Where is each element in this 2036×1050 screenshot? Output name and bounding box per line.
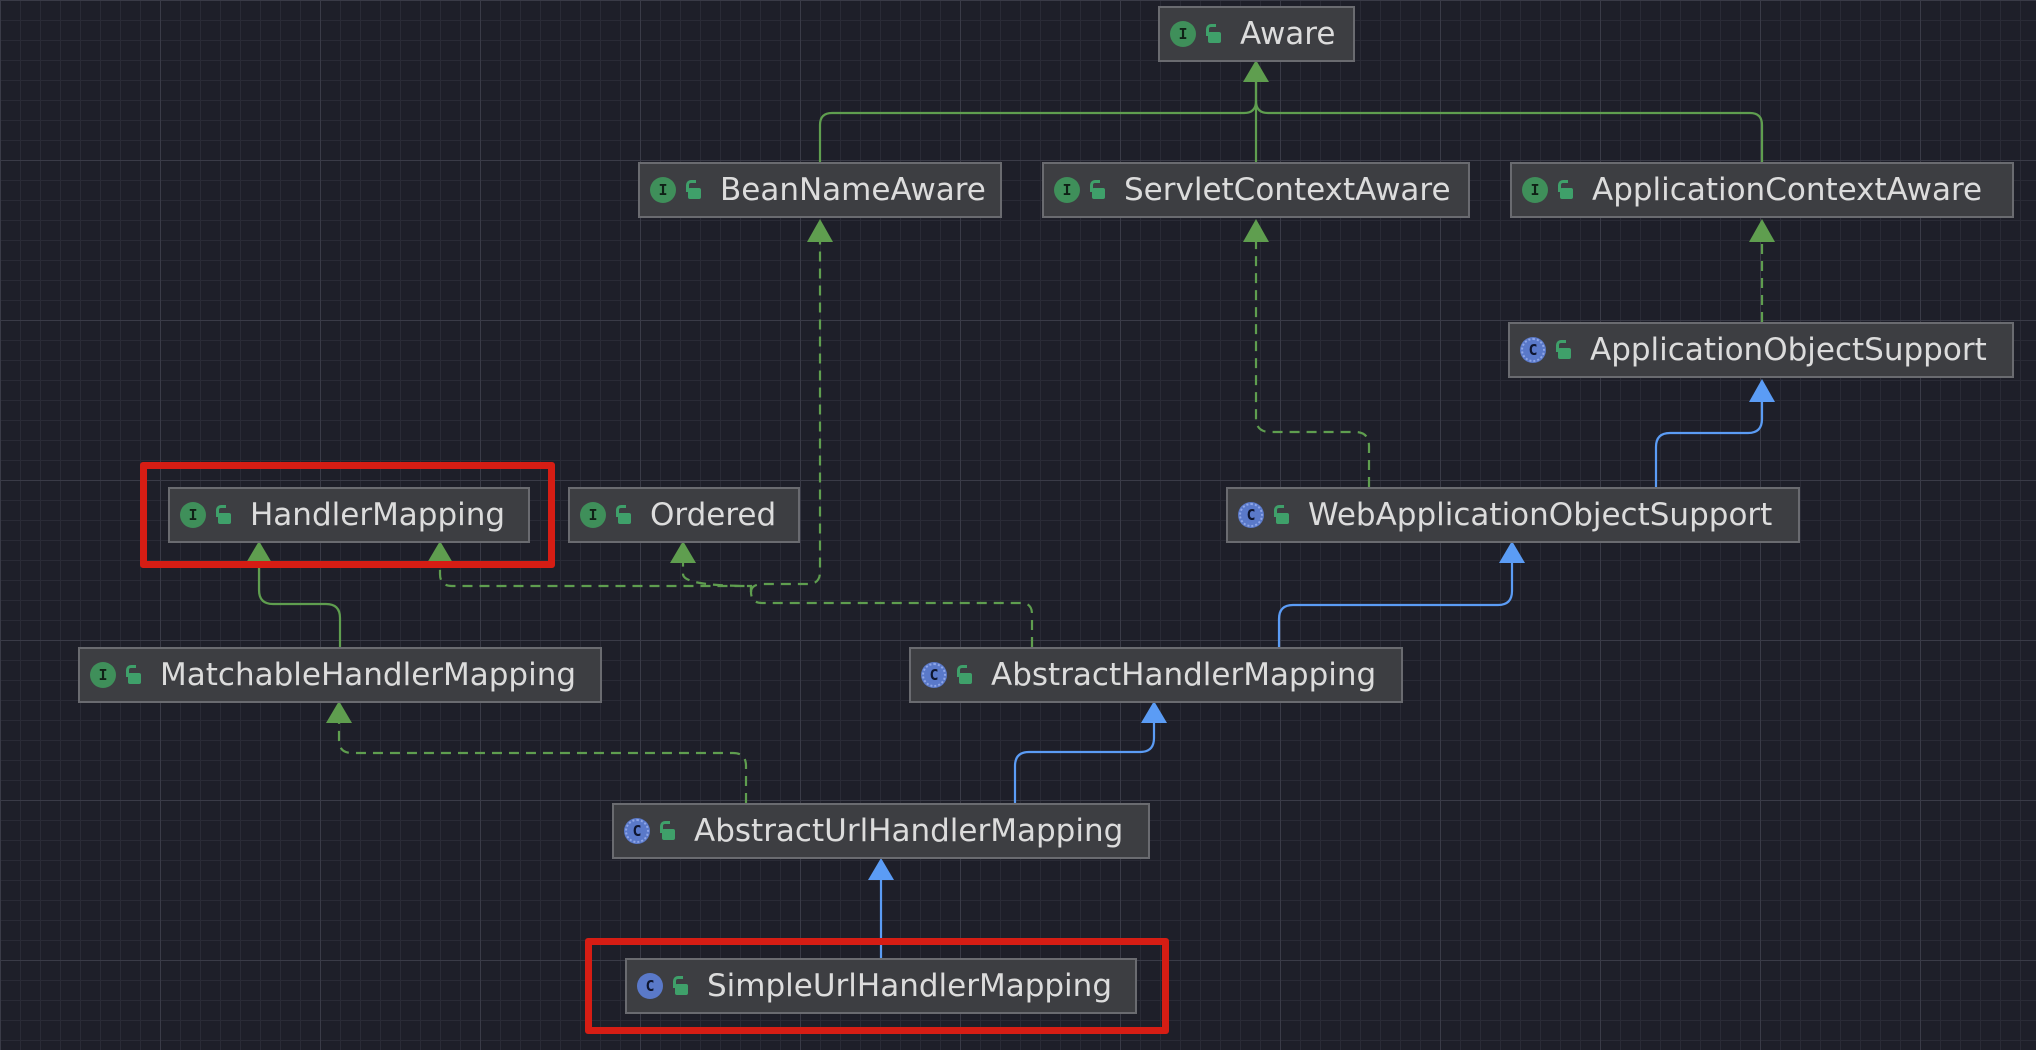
arrowhead-aware: [1243, 60, 1269, 82]
node-abstracthandlermapping[interactable]: C AbstractHandlerMapping: [909, 647, 1403, 703]
interface-icon: I: [1522, 177, 1548, 203]
arrowhead-applicationcontextaware: [1749, 219, 1775, 242]
node-applicationcontextaware[interactable]: I ApplicationContextAware: [1510, 162, 2014, 218]
node-beannameaware[interactable]: I BeanNameAware: [638, 162, 1002, 218]
node-matchablehandlermapping[interactable]: I MatchableHandlerMapping: [78, 647, 602, 703]
node-servletcontextaware[interactable]: I ServletContextAware: [1042, 162, 1470, 218]
node-label: ServletContextAware: [1124, 172, 1451, 208]
public-lock-icon: [614, 504, 632, 526]
edge-abstracturl-matchable: [337, 720, 748, 803]
public-lock-icon: [1554, 339, 1572, 361]
edge-webappobj-appobj: [1654, 400, 1764, 487]
node-applicationobjectsupport[interactable]: C ApplicationObjectSupport: [1508, 322, 2014, 378]
edge-abstracthm-ordered: [681, 560, 753, 592]
node-abstracturlhandlermapping[interactable]: C AbstractUrlHandlerMapping: [612, 803, 1150, 859]
interface-icon: I: [1054, 177, 1080, 203]
node-aware[interactable]: I Aware: [1158, 6, 1355, 62]
node-label: Ordered: [650, 497, 777, 533]
interface-icon: I: [90, 662, 116, 688]
public-lock-icon: [684, 179, 702, 201]
edge-abstracturl-abstracthm: [1013, 720, 1156, 803]
node-label: AbstractUrlHandlerMapping: [694, 813, 1124, 849]
arrowhead-servletcontextaware: [1243, 219, 1269, 242]
interface-icon: I: [580, 502, 606, 528]
arrowhead-webapplicationobjectsupport: [1499, 541, 1525, 563]
public-lock-icon: [1272, 504, 1290, 526]
abstract-class-icon: C: [624, 818, 650, 844]
arrowhead-beannameaware: [807, 219, 833, 242]
node-label: Aware: [1240, 16, 1336, 52]
public-lock-icon: [955, 664, 973, 686]
highlight-box-handlermapping: [140, 462, 555, 568]
node-label: BeanNameAware: [720, 172, 986, 208]
arrowhead-matchablehandlermapping: [326, 701, 352, 723]
public-lock-icon: [1088, 179, 1106, 201]
edge-beannameaware-aware: [818, 78, 1258, 162]
node-ordered[interactable]: I Ordered: [568, 487, 800, 543]
edge-matchable-handlermapping: [257, 560, 342, 647]
arrowhead-abstracthandlermapping: [1141, 701, 1167, 723]
node-label: MatchableHandlerMapping: [160, 657, 577, 693]
edge-abstracthm-handlermapping: [438, 560, 1034, 647]
interface-icon: I: [650, 177, 676, 203]
abstract-class-icon: C: [1238, 502, 1264, 528]
node-webapplicationobjectsupport[interactable]: C WebApplicationObjectSupport: [1226, 487, 1800, 543]
abstract-class-icon: C: [921, 662, 947, 688]
abstract-class-icon: C: [1520, 337, 1546, 363]
arrowhead-ordered: [670, 541, 696, 563]
node-label: ApplicationObjectSupport: [1590, 332, 1987, 368]
interface-icon: I: [1170, 21, 1196, 47]
public-lock-icon: [658, 820, 676, 842]
public-lock-icon: [1204, 23, 1222, 45]
node-label: AbstractHandlerMapping: [991, 657, 1377, 693]
edge-abstracthm-webappobj: [1277, 560, 1514, 647]
public-lock-icon: [1556, 179, 1574, 201]
edge-applicationcontextaware-aware: [1254, 100, 1764, 162]
node-label: ApplicationContextAware: [1592, 172, 1983, 208]
arrowhead-abstracturlhandlermapping: [868, 858, 894, 880]
public-lock-icon: [124, 664, 142, 686]
edge-webappobj-servletctx: [1254, 240, 1371, 487]
node-label: WebApplicationObjectSupport: [1308, 497, 1773, 533]
highlight-box-simpleurlhandlermapping: [585, 938, 1169, 1034]
arrowhead-applicationobjectsupport: [1749, 379, 1775, 402]
